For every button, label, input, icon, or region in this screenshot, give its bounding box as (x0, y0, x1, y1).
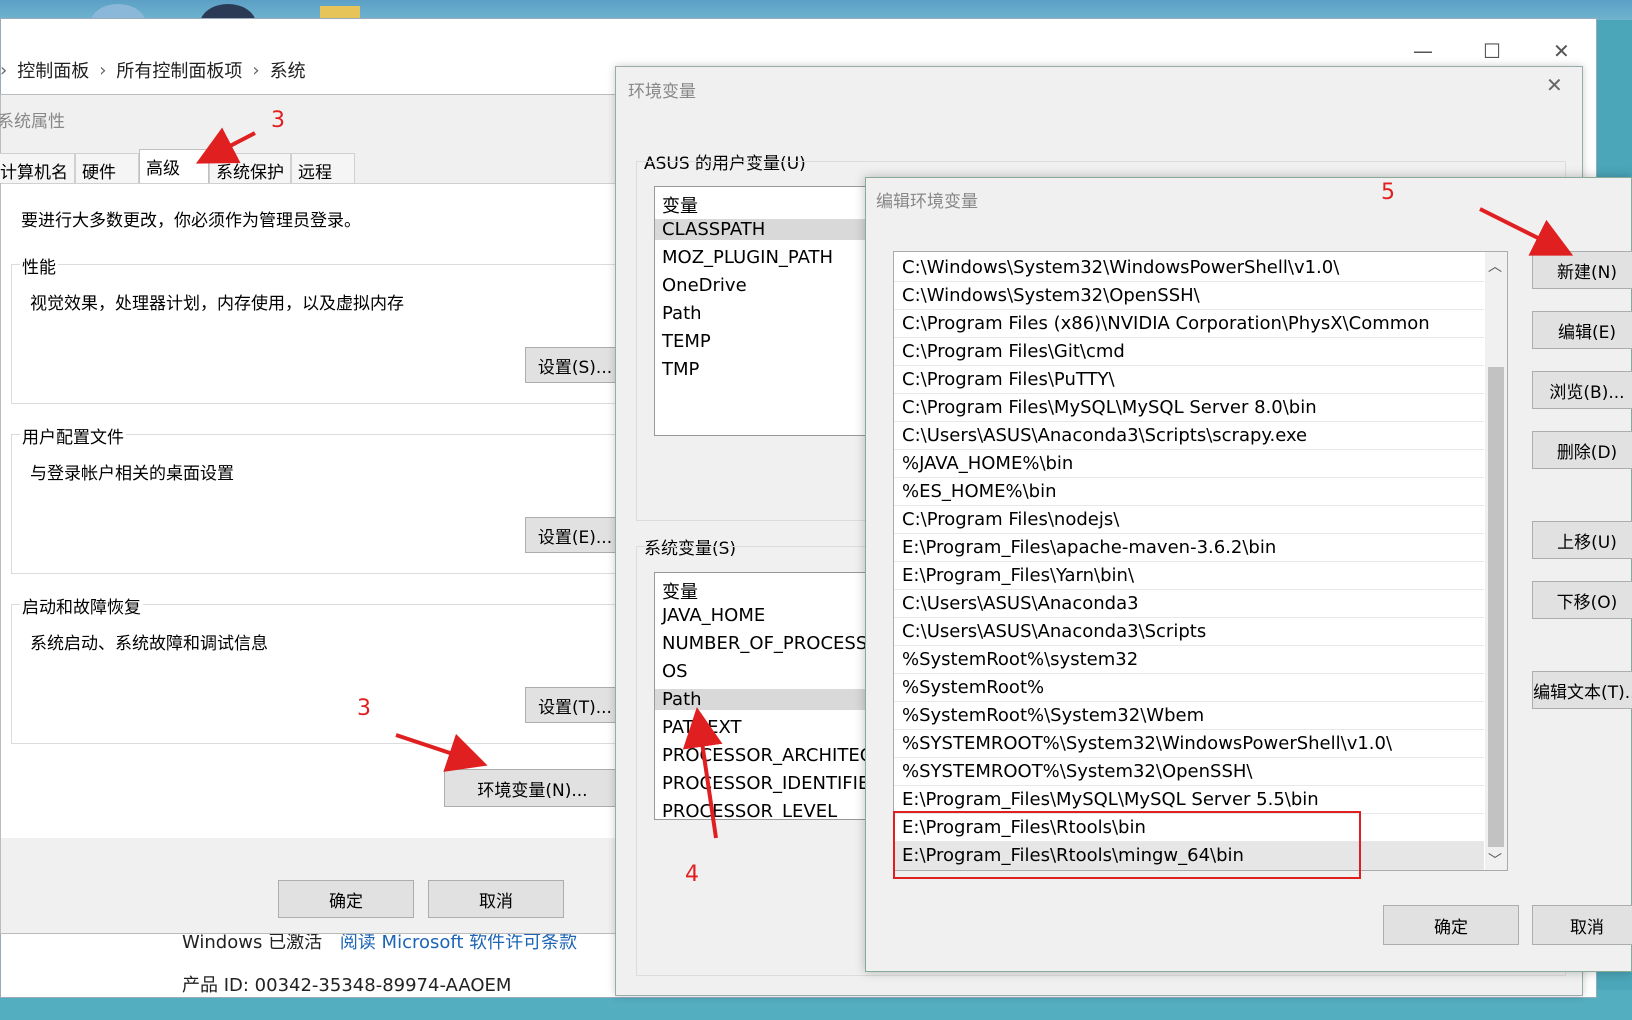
annotation-arrow (395, 733, 488, 772)
annotation-arrows (195, 127, 1574, 879)
highlight-box (893, 811, 1361, 879)
annotation-arrow (682, 707, 723, 839)
annotation-arrow (1479, 207, 1574, 256)
annotation-arrow (195, 127, 256, 164)
